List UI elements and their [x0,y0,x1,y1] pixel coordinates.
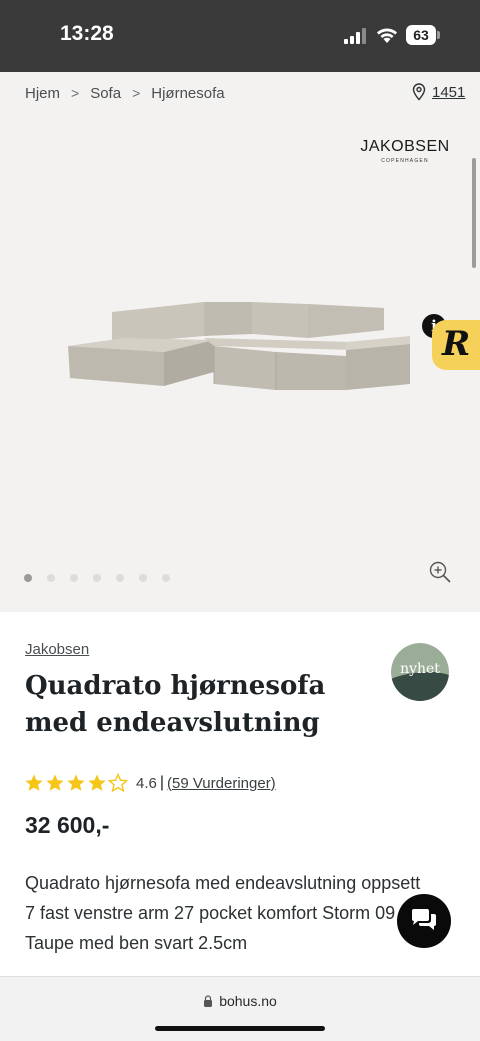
rating-value: 4.6 [136,774,157,792]
address-bar[interactable]: bohus.no [0,993,480,1009]
store-number: 1451 [432,83,466,101]
zoom-in-icon[interactable] [428,560,452,584]
new-badge-label: nyhet [400,661,440,677]
jakobsen-logo: JAKOBSEN COPENHAGEN [360,138,450,164]
status-time: 13:28 [60,22,114,45]
rating-separator: | [159,774,165,791]
browser-bottom-bar: bohus.no [0,976,480,1041]
r-badge-button[interactable]: R [432,320,480,370]
breadcrumb-separator: > [132,85,141,101]
cellular-signal-icon [344,28,366,44]
battery-tip [437,31,440,39]
product-title: Quadrato hjørnesofa med endeavslutning [25,671,326,738]
breadcrumb-home[interactable]: Hjem [25,85,60,102]
status-bar: 13:28 63 [0,0,480,72]
brand-logo-name: JAKOBSEN [360,138,450,155]
product-description: Quadrato hjørnesofa med endeavslutning o… [25,873,421,953]
chat-button[interactable] [397,894,451,948]
location-pin-icon [412,83,426,101]
carousel-dot[interactable] [116,574,124,582]
new-badge: nyhet [391,643,449,701]
breadcrumb: Hjem > Sofa > Hjørnesofa [25,84,225,102]
carousel-dot[interactable] [70,574,78,582]
battery-indicator: 63 [406,25,436,45]
carousel-dot[interactable] [47,574,55,582]
carousel-dot[interactable] [24,574,32,582]
carousel-dots [24,574,170,582]
url-text: bohus.no [219,993,277,1009]
carousel-dot[interactable] [93,574,101,582]
breadcrumb-hjornesofa[interactable]: Hjørnesofa [151,85,224,102]
product-gallery[interactable]: Hjem > Sofa > Hjørnesofa 1451 JAKOBSEN C… [0,72,480,612]
r-logo-icon: R [442,324,471,364]
chat-bubbles-icon [412,909,436,930]
carousel-dot[interactable] [139,574,147,582]
store-selector[interactable]: 1451 [412,83,465,101]
reviews-link[interactable]: (59 Vurderinger) [167,775,276,792]
brand-link[interactable]: Jakobsen [25,641,89,658]
scrollbar-thumb[interactable] [472,158,476,268]
product-rating: 4.6 | (59 Vurderinger) [24,772,276,794]
carousel-dot[interactable] [162,574,170,582]
product-price: 32 600,- [25,812,110,838]
sofa-product-image[interactable] [64,294,416,394]
wifi-icon [377,28,397,43]
lock-icon [204,995,213,1007]
brand-logo-sub: COPENHAGEN [381,158,429,164]
breadcrumb-separator: > [71,85,80,101]
breadcrumb-sofa[interactable]: Sofa [90,85,121,102]
home-indicator[interactable] [155,1026,325,1031]
rating-stars-icon [25,773,128,792]
